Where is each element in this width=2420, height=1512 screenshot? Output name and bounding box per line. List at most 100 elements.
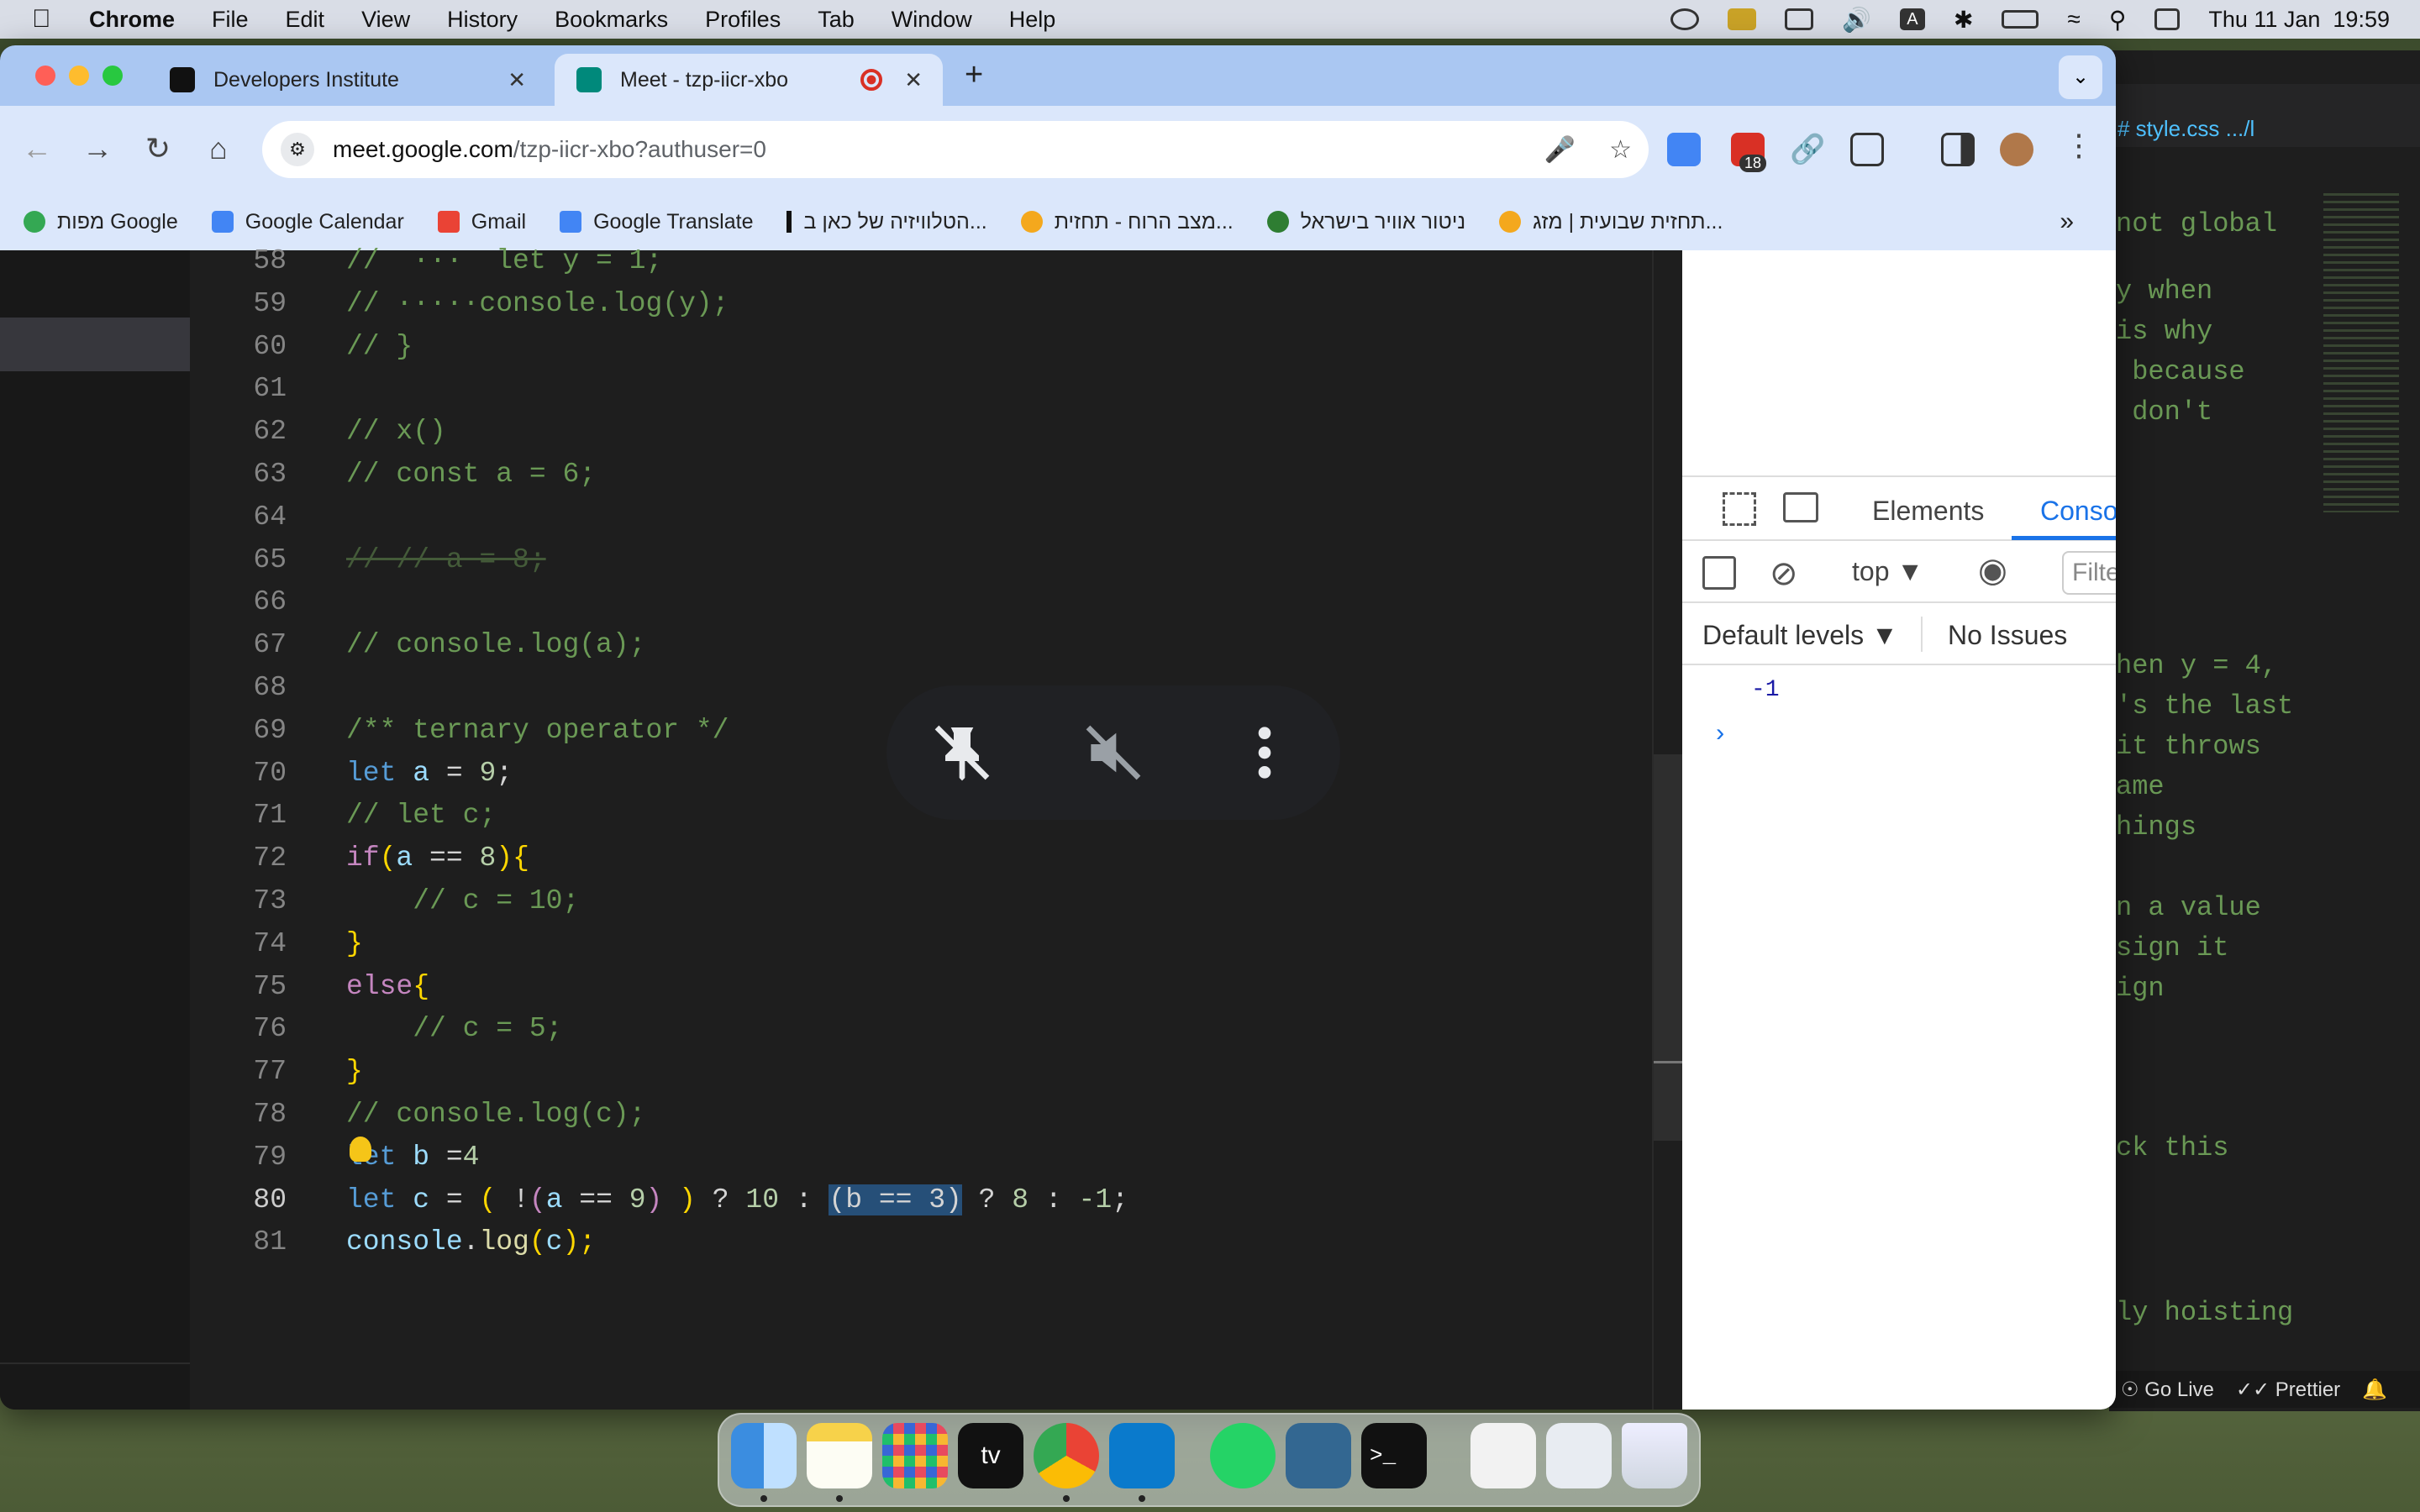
tab-console[interactable]: Conso [2040,496,2116,527]
tab-close-icon[interactable]: ✕ [508,67,526,93]
bookmark-star-icon[interactable]: ☆ [1609,135,1632,165]
menu-app-chrome[interactable]: Chrome [89,7,175,33]
notifications-bell-icon[interactable]: 🔔 [2362,1378,2387,1402]
side-panel-icon[interactable] [1941,133,1975,166]
launchpad-icon[interactable] [882,1423,948,1488]
menu-tab[interactable]: Tab [818,7,855,33]
profile-avatar[interactable] [2000,133,2033,166]
console-filter-input[interactable]: Filte [2062,551,2116,595]
microphone-icon[interactable]: 🎤 [1544,135,1576,165]
code-line[interactable]: let a = 9; [346,758,513,789]
bluetooth-icon[interactable]: ✱ [1954,6,1973,34]
app-status-icon[interactable] [1728,8,1757,30]
code-line[interactable]: if(a == 8){ [346,843,529,874]
bookmark-weekly-forecast[interactable]: תחזית שבועית | מזג... [1499,210,1723,234]
code-line[interactable]: let c = ( !(a == 9) ) ? 10 : (b == 3) ? … [346,1184,1128,1215]
apple-tv-icon[interactable]: tv [958,1423,1023,1488]
bookmark-mood-forecast[interactable]: מצב הרוח - תחזית... [1020,210,1234,234]
editor-scrollbar[interactable] [1652,250,1682,1410]
apple-menu-icon[interactable]:  [32,5,66,34]
console-prompt-chevron-icon[interactable]: › [1712,721,1728,749]
log-levels-dropdown[interactable]: Default levels ▼ [1702,620,1898,651]
menu-bookmarks[interactable]: Bookmarks [555,7,668,33]
address-bar[interactable]: ⚙ meet.google.com /tzp-iicr-xbo?authuser… [262,121,1649,178]
show-sidebar-icon[interactable] [1702,556,1736,590]
bookmark-kan-tv[interactable]: הטלוויזיה של כאן ב... [786,210,987,234]
tab-search-chevron-icon[interactable]: ⌄ [2059,55,2102,99]
spotlight-search-icon[interactable]: ⚲ [2109,6,2127,34]
vscode-minimap[interactable] [2323,193,2399,512]
code-line[interactable]: // console.log(c); [346,1099,645,1130]
menu-view[interactable]: View [361,7,410,33]
chrome-icon[interactable] [1034,1423,1099,1488]
code-line[interactable]: // let c; [346,800,496,831]
minimize-window-button[interactable] [69,66,89,86]
downloads-stack-icon[interactable] [1470,1423,1536,1488]
menu-edit[interactable]: Edit [286,7,325,33]
tab-meet[interactable]: Meet - tzp-iicr-xbo ✕ [555,54,943,106]
back-arrow-icon[interactable]: ← [18,131,55,166]
new-tab-button[interactable]: + [965,57,983,93]
code-line[interactable]: console.log(c); [346,1226,596,1257]
battery-icon[interactable] [2002,10,2039,29]
code-line[interactable]: // const a = 6; [346,459,596,490]
code-line[interactable]: } [346,1056,363,1087]
link-extension-icon[interactable]: 🔗 [1790,133,1825,166]
prettier-button[interactable]: ✓✓ Prettier [2236,1378,2340,1402]
code-line[interactable]: // c = 10; [346,885,579,916]
menu-window[interactable]: Window [892,7,972,33]
site-settings-icon[interactable]: ⚙ [281,133,314,166]
more-options-button[interactable] [1227,715,1302,790]
device-toolbar-icon[interactable] [1783,492,1818,522]
volume-icon[interactable]: 🔊 [1842,6,1871,34]
lightbulb-icon[interactable] [350,1136,371,1162]
forward-arrow-icon[interactable]: → [79,131,116,166]
google-translate-extension-icon[interactable] [1667,133,1701,166]
chrome-menu-kebab-icon[interactable]: ⋮ [2060,128,2097,163]
menu-file[interactable]: File [212,7,249,33]
control-center-icon[interactable] [2154,8,2181,30]
trash-icon[interactable] [1622,1423,1687,1488]
issues-counter[interactable]: No Issues [1948,620,2067,651]
postgres-elephant-icon[interactable] [1286,1423,1351,1488]
tab-close-icon[interactable]: ✕ [904,67,923,93]
code-line[interactable]: // ··· let y = 1; [346,245,662,276]
menu-profiles[interactable]: Profiles [705,7,781,33]
code-line[interactable]: // console.log(a); [346,629,645,660]
code-line[interactable]: // } [346,331,413,362]
creative-cloud-icon[interactable] [1670,8,1700,30]
code-line[interactable]: } [346,928,363,959]
whatsapp-icon[interactable] [1210,1423,1276,1488]
tab-elements[interactable]: Elements [1872,496,1984,527]
finder-icon[interactable] [731,1423,797,1488]
close-window-button[interactable] [35,66,55,86]
zoom-window-button[interactable] [103,66,123,86]
mute-button[interactable] [1076,715,1151,790]
bookmark-google-maps[interactable]: מפות Google [24,210,178,234]
wifi-icon[interactable]: ≈ [2067,6,2080,33]
reload-icon[interactable]: ↻ [139,131,176,166]
menu-help[interactable]: Help [1009,7,1056,33]
clear-console-icon[interactable]: ⊘ [1770,554,1798,593]
code-line[interactable]: // c = 5; [346,1013,562,1044]
code-line[interactable]: // x() [346,416,446,447]
home-icon[interactable]: ⌂ [200,131,237,166]
menu-history[interactable]: History [447,7,518,33]
bookmark-gmail[interactable]: Gmail [437,210,526,234]
tab-developers-institute[interactable]: Developers Institute ✕ [148,54,546,106]
notes-icon[interactable] [807,1423,872,1488]
input-source-icon[interactable]: A [1899,8,1925,30]
code-line[interactable]: // ·····console.log(y); [346,288,729,319]
context-selector[interactable]: top ▼ [1852,556,1923,587]
vscode-icon[interactable] [1109,1423,1175,1488]
documents-stack-icon[interactable] [1546,1423,1612,1488]
bookmark-air-monitor[interactable]: ניטור אוויר בישראל [1266,210,1465,234]
code-line[interactable]: else{ [346,971,429,1002]
code-line[interactable]: // // a = 8; [346,544,546,575]
bookmark-google-translate[interactable]: Google Translate [560,210,753,234]
code-line[interactable]: /** ternary operator */ [346,715,729,746]
go-live-button[interactable]: ☉ Go Live [2121,1378,2214,1402]
unpin-button[interactable] [924,715,1000,790]
more-bookmarks-chevron-icon[interactable]: » [2060,207,2074,236]
screen-mirroring-icon[interactable] [1785,8,1814,30]
